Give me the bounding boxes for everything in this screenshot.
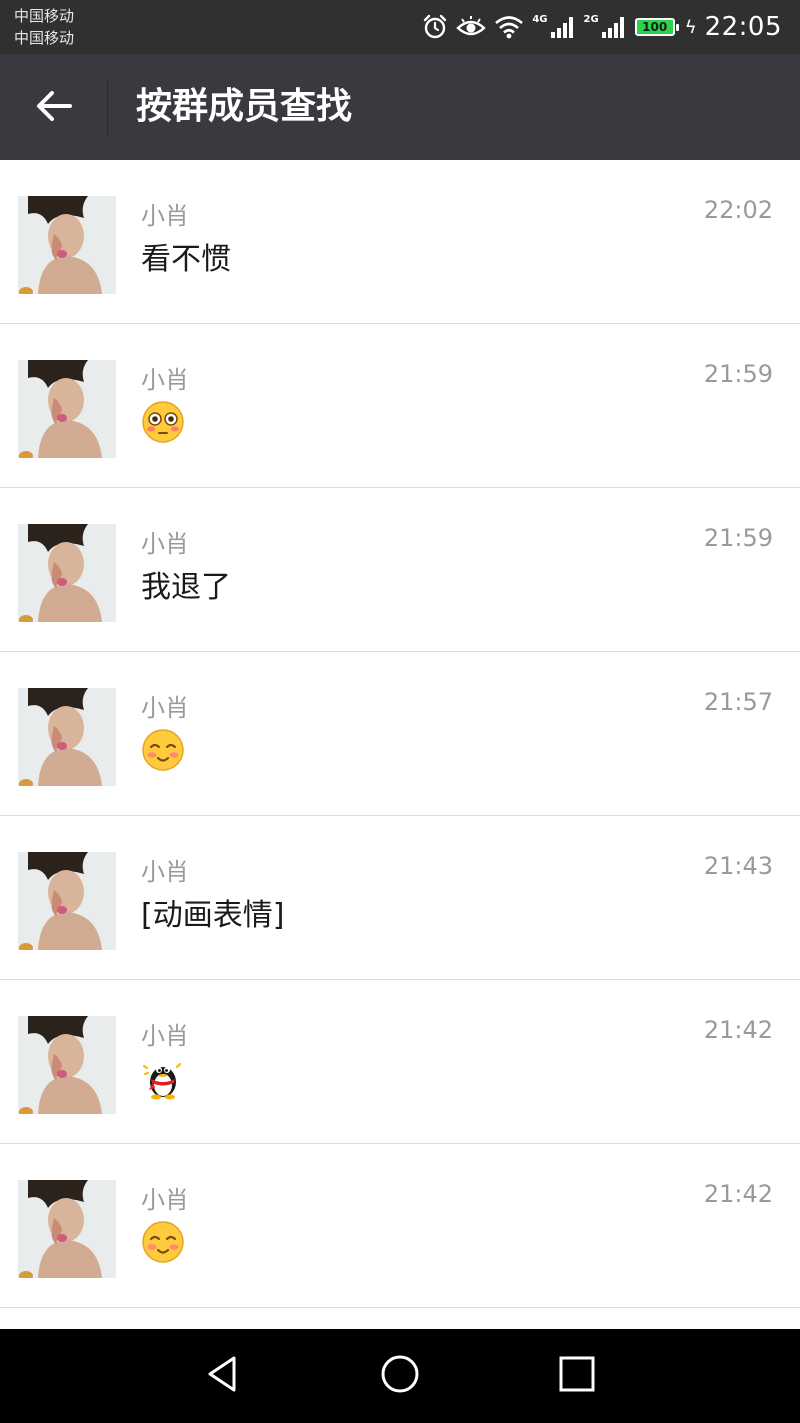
system-nav-bar	[0, 1329, 800, 1423]
avatar[interactable]	[18, 1016, 116, 1114]
status-bar: 中国移动 中国移动 4G 2G 100 ϟ 22:05	[0, 0, 800, 54]
sender-name: 小肖	[141, 858, 189, 886]
network-type-1: 4G	[532, 13, 548, 25]
nav-home-button[interactable]	[376, 1352, 424, 1400]
list-item[interactable]: 小肖 21:42	[0, 980, 800, 1144]
alarm-icon	[422, 14, 448, 40]
eye-icon	[456, 16, 487, 38]
message-time: 21:59	[703, 360, 773, 388]
signal-icon	[550, 15, 576, 39]
avatar[interactable]	[18, 852, 116, 950]
list-item[interactable]: 小肖 21:43 [动画表情]	[0, 816, 800, 980]
message-time: 21:42	[703, 1180, 773, 1208]
penguin-icon	[141, 1056, 185, 1100]
carrier-info: 中国移动 中国移动	[14, 5, 74, 49]
back-button[interactable]	[22, 76, 86, 140]
arrow-left-icon	[34, 88, 74, 128]
message-time: 21:43	[703, 852, 773, 880]
battery-level: 100	[642, 20, 668, 34]
message-time: 21:57	[703, 688, 773, 716]
list-item[interactable]: 小肖 21:59	[0, 324, 800, 488]
carrier-label-2: 中国移动	[14, 29, 75, 47]
list-item[interactable]: 小肖 21:59 我退了	[0, 488, 800, 652]
sender-name: 小肖	[141, 1022, 189, 1050]
carrier-label-1: 中国移动	[14, 7, 75, 25]
page-title: 按群成员查找	[136, 86, 353, 127]
avatar[interactable]	[18, 524, 116, 622]
sender-name: 小肖	[141, 202, 189, 230]
charging-icon: ϟ	[684, 16, 697, 38]
list-item[interactable]: 小肖 21:57	[0, 652, 800, 816]
shy-smile-face-icon	[141, 1220, 185, 1264]
message-time: 22:02	[703, 196, 773, 224]
message-text: 我退了	[141, 570, 231, 605]
list-item[interactable]: 小肖 22:02 看不惯	[0, 160, 800, 324]
wifi-icon	[494, 15, 524, 39]
signal-icon	[601, 15, 627, 39]
message-list[interactable]: 小肖 22:02 看不惯 小肖 21:59 小肖 21:59 我退了 小肖 21…	[0, 160, 800, 1308]
battery-icon: 100	[634, 18, 679, 36]
action-bar: 按群成员查找	[0, 54, 800, 160]
sender-name: 小肖	[141, 1186, 189, 1214]
shy-smile-face-icon	[141, 728, 185, 772]
sender-name: 小肖	[141, 530, 189, 558]
nav-recents-button[interactable]	[553, 1352, 601, 1400]
avatar[interactable]	[18, 196, 116, 294]
message-time: 21:59	[703, 524, 773, 552]
message-text: [动画表情]	[141, 898, 285, 933]
status-icons: 4G 2G 100 ϟ 22:05	[422, 0, 782, 54]
message-time: 21:42	[703, 1016, 773, 1044]
message-text: 看不惯	[141, 242, 231, 277]
sender-name: 小肖	[141, 366, 189, 394]
avatar[interactable]	[18, 688, 116, 786]
avatar[interactable]	[18, 1180, 116, 1278]
avatar[interactable]	[18, 360, 116, 458]
home-circle-icon	[380, 1354, 420, 1398]
action-bar-divider	[107, 80, 108, 134]
sender-name: 小肖	[141, 694, 189, 722]
status-time: 22:05	[704, 12, 782, 42]
list-item[interactable]: 小肖 21:42	[0, 1144, 800, 1308]
flushed-face-icon	[141, 400, 185, 444]
back-triangle-icon	[202, 1354, 242, 1398]
recents-square-icon	[557, 1354, 597, 1398]
nav-back-button[interactable]	[198, 1352, 246, 1400]
network-type-2: 2G	[583, 13, 599, 25]
